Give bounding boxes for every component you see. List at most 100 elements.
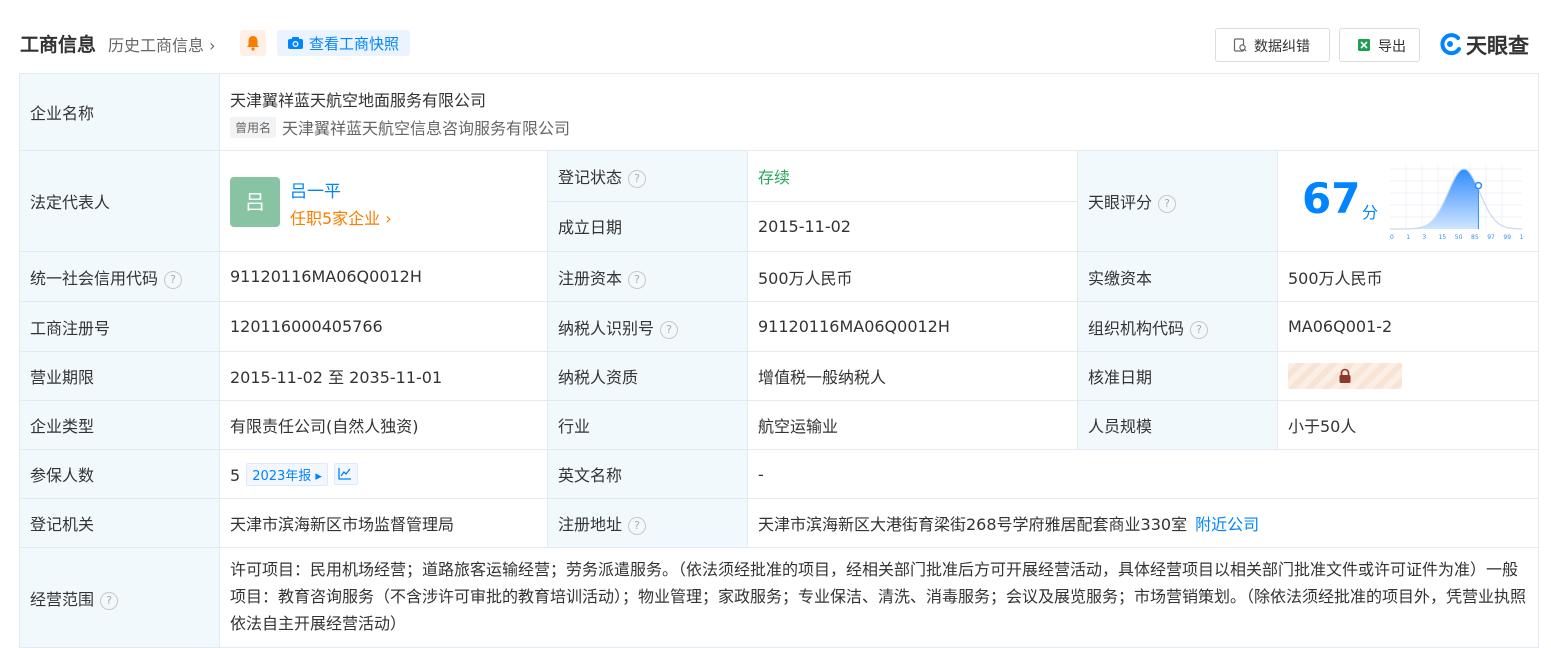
tax-quality-key: 纳税人资质 <box>547 351 748 401</box>
business-info-table: 企业名称 天津翼祥蓝天航空地面服务有限公司 曾用名 天津翼祥蓝天航空信息咨询服务有… <box>19 73 1540 648</box>
term-key: 营业期限 <box>19 351 220 401</box>
trend-chart-button[interactable] <box>333 462 358 485</box>
credit-code-value: 91120116MA06Q0012H <box>219 251 548 302</box>
approval-date-key: 核准日期 <box>1077 351 1278 401</box>
company-name-key: 企业名称 <box>19 73 220 151</box>
staff-size-value: 小于50人 <box>1276 400 1540 450</box>
industry-value: 航空运输业 <box>747 400 1078 450</box>
help-icon[interactable]: ? <box>1158 195 1177 213</box>
former-name-row: 曾用名 天津翼祥蓝天航空信息咨询服务有限公司 <box>230 115 1528 139</box>
section-header: 工商信息 历史工商信息 › 查看工商快照 数据纠错 导出 天眼查 <box>0 0 1551 72</box>
help-icon[interactable]: ? <box>100 591 119 610</box>
legal-rep-positions: 任职5家企业 <box>290 209 381 228</box>
scope-key: 经营范围? <box>19 547 220 648</box>
status-label: 登记状态 <box>558 167 623 187</box>
score-axis-label: 15 <box>1439 234 1447 241</box>
org-code-value: MA06Q001-2 <box>1276 301 1540 352</box>
address-value: 天津市滨海新区大港街育梁街268号学府雅居配套商业330室 <box>758 515 1188 534</box>
score-axis-label: 97 <box>1487 234 1495 241</box>
avatar: 吕 <box>230 177 280 227</box>
credit-code-label: 统一社会信用代码 <box>30 268 159 288</box>
history-info-link[interactable]: 历史工商信息 › <box>108 32 216 56</box>
help-icon[interactable]: ? <box>660 320 679 339</box>
data-correction-label: 数据纠错 <box>1254 39 1310 55</box>
org-code-key: 组织机构代码? <box>1077 301 1278 352</box>
table-row: 工商注册号 120116000405766 纳税人识别号? 91120116MA… <box>19 301 1540 352</box>
score-axis-label: 50 <box>1455 234 1463 241</box>
scope-value: 许可项目：民用机场经营；道路旅客运输经营；劳务派遣服务。（依法须经批准的项目，经… <box>218 547 1540 648</box>
brand-logo: 天眼查 <box>1438 30 1542 58</box>
excel-icon <box>1358 39 1370 51</box>
table-row: 统一社会信用代码? 91120116MA06Q0012H 注册资本? 500万人… <box>19 251 1540 302</box>
chevron-right-icon: › <box>380 209 392 228</box>
annual-report-label: 2023年报 <box>252 468 312 484</box>
help-icon[interactable]: ? <box>628 270 647 289</box>
table-row: 企业名称 天津翼祥蓝天航空地面服务有限公司 曾用名 天津翼祥蓝天航空信息咨询服务有… <box>19 73 1540 151</box>
type-value: 有限责任公司(自然人独资) <box>219 400 548 450</box>
company-name: 天津翼祥蓝天航空地面服务有限公司 <box>230 91 487 110</box>
approval-date-cell <box>1276 351 1540 401</box>
insured-key: 参保人数 <box>19 449 220 499</box>
industry-key: 行业 <box>547 400 748 450</box>
score-area <box>1390 169 1479 229</box>
help-icon[interactable]: ? <box>1190 320 1209 339</box>
tax-quality-value: 增值税一般纳税人 <box>747 351 1078 401</box>
score-axis-label: 85 <box>1471 234 1479 241</box>
help-icon[interactable]: ? <box>628 517 647 535</box>
score-marker <box>1474 181 1483 190</box>
data-correction-button[interactable]: 数据纠错 <box>1215 28 1330 62</box>
score-axis: 0 1 3 15 50 85 97 99 100 <box>1390 234 1524 241</box>
score-unit: 分 <box>1362 203 1379 222</box>
camera-icon <box>288 37 303 49</box>
table-row: 企业类型 有限责任公司(自然人独资) 行业 航空运输业 人员规模 小于50人 <box>19 400 1540 450</box>
score-axis-label: 1 <box>1406 234 1410 241</box>
table-row: 经营范围? 许可项目：民用机场经营；道路旅客运输经营；劳务派遣服务。（依法须经批… <box>19 547 1540 648</box>
insured-cell: 5 2023年报 ▸ <box>219 449 548 499</box>
legal-rep-positions-link[interactable]: 任职5家企业 › <box>290 205 392 229</box>
view-snapshot-button[interactable]: 查看工商快照 <box>277 30 410 56</box>
nearby-companies-link[interactable]: 附近公司 <box>1195 515 1259 534</box>
table-row: 营业期限 2015-11-02 至 2035-11-01 纳税人资质 增值税一般… <box>19 351 1540 401</box>
term-value: 2015-11-02 至 2035-11-01 <box>219 351 548 401</box>
locked-value[interactable] <box>1288 363 1402 389</box>
brand-name: 天眼查 <box>1466 34 1529 58</box>
score-axis-label: 100 <box>1520 234 1524 241</box>
table-row: 参保人数 5 2023年报 ▸ 英文名称 - <box>19 449 1540 499</box>
export-button[interactable]: 导出 <box>1339 28 1420 62</box>
table-row: 法定代表人 吕 吕一平 任职5家企业 › 登记状态? 存续 天眼评分? 67 分 <box>19 150 1540 252</box>
paid-capital-key: 实缴资本 <box>1077 251 1278 302</box>
section-title: 工商信息 <box>20 34 97 56</box>
reg-capital-key: 注册资本? <box>547 251 748 302</box>
table-row: 登记机关 天津市滨海新区市场监督管理局 注册地址? 天津市滨海新区大港街育梁街2… <box>19 498 1540 548</box>
address-cell: 天津市滨海新区大港街育梁街268号学府雅居配套商业330室 附近公司 <box>746 498 1540 548</box>
line-chart-icon <box>338 467 351 480</box>
reg-capital-value: 500万人民币 <box>747 251 1078 302</box>
score-cell[interactable]: 67 分 0 1 3 15 50 85 97 99 1 <box>1276 150 1540 252</box>
address-key: 注册地址? <box>547 498 748 548</box>
paid-capital-value: 500万人民币 <box>1276 251 1540 302</box>
scope-label: 经营范围 <box>30 589 95 609</box>
annual-report-tag[interactable]: 2023年报 ▸ <box>246 462 328 486</box>
staff-size-key: 人员规模 <box>1077 400 1278 450</box>
legal-rep-block: 吕 吕一平 任职5家企业 › <box>220 151 547 251</box>
help-icon[interactable]: ? <box>164 270 183 289</box>
help-icon[interactable]: ? <box>628 169 647 188</box>
score-label: 天眼评分 <box>1088 193 1153 212</box>
org-code-label: 组织机构代码 <box>1088 318 1185 338</box>
view-snapshot-label: 查看工商快照 <box>309 35 400 53</box>
caret-right-icon: ▸ <box>311 468 322 484</box>
reg-no-key: 工商注册号 <box>19 301 220 352</box>
english-name-value: - <box>746 449 1540 499</box>
score-axis-label: 0 <box>1390 234 1394 241</box>
established-value: 2015-11-02 <box>747 200 1078 252</box>
score-axis-label: 3 <box>1422 234 1426 241</box>
tianyancha-logo-icon <box>1440 33 1461 56</box>
reg-capital-label: 注册资本 <box>558 268 623 288</box>
legal-rep-name[interactable]: 吕一平 <box>290 177 341 202</box>
score-block: 67 分 0 1 3 15 50 85 97 99 1 <box>1278 151 1538 251</box>
monitor-bell-button[interactable] <box>240 30 266 56</box>
former-name: 天津翼祥蓝天航空信息咨询服务有限公司 <box>282 119 571 138</box>
history-info-label: 历史工商信息 <box>108 36 205 55</box>
chevron-right-icon: › <box>204 36 216 55</box>
score-key: 天眼评分? <box>1077 150 1278 252</box>
